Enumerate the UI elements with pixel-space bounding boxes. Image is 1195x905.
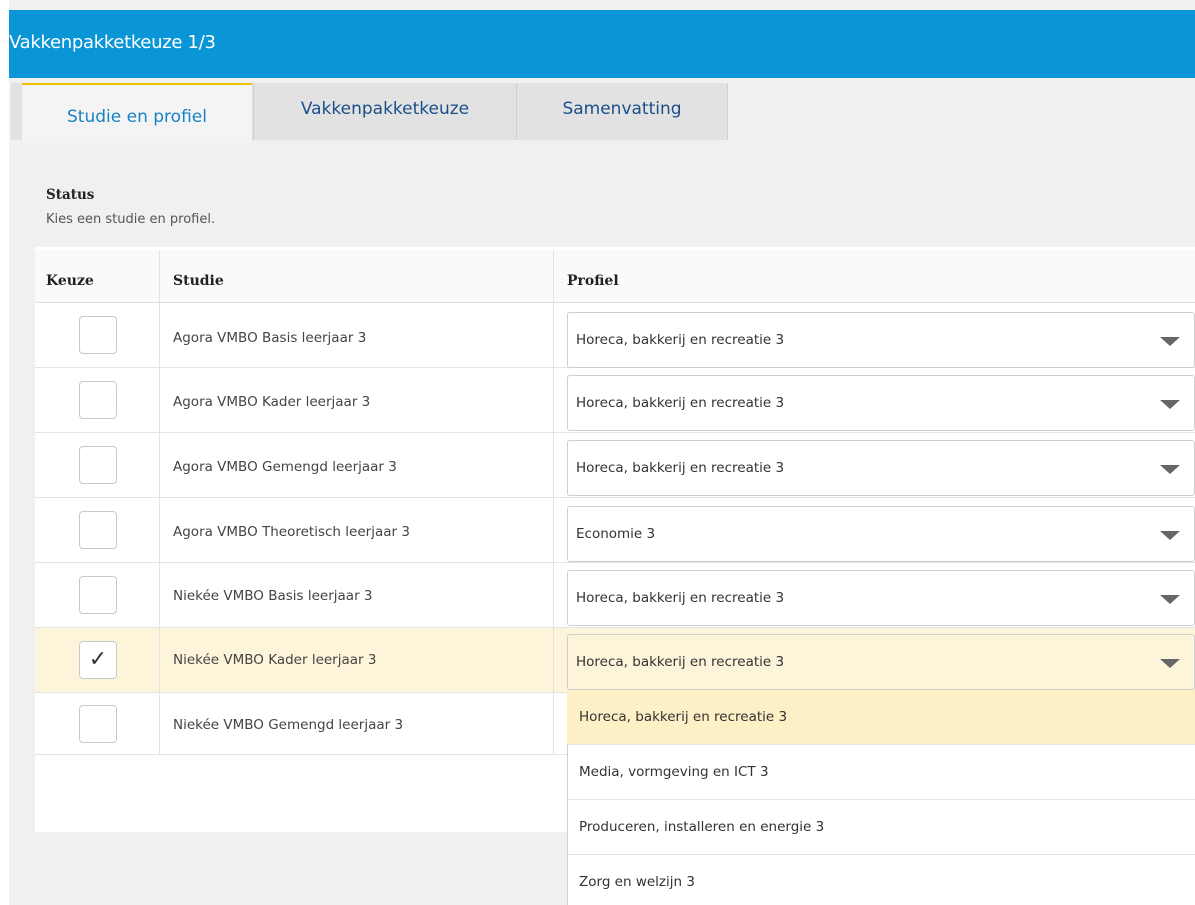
row-checkbox[interactable]: [79, 316, 117, 354]
studie-name: Niekée VMBO Gemengd leerjaar 3: [173, 717, 404, 733]
studie-name: Agora VMBO Theoretisch leerjaar 3: [173, 524, 410, 540]
profiel-value: Horeca, bakkerij en recreatie 3: [576, 460, 785, 476]
profiel-value: Horeca, bakkerij en recreatie 3: [576, 395, 785, 411]
studie-name: Agora VMBO Gemengd leerjaar 3: [173, 459, 397, 475]
dropdown-option[interactable]: Media, vormgeving en ICT 3: [567, 745, 1195, 800]
row-checkbox[interactable]: [79, 446, 117, 484]
studie-name: Agora VMBO Kader leerjaar 3: [173, 394, 371, 410]
column-divider: [159, 250, 160, 755]
profiel-select[interactable]: Horeca, bakkerij en recreatie 3: [567, 440, 1195, 496]
dropdown-option[interactable]: Zorg en welzijn 3: [567, 855, 1195, 905]
profiel-value: Horeca, bakkerij en recreatie 3: [576, 332, 785, 348]
profiel-select[interactable]: Economie 3: [567, 506, 1195, 562]
tab-label: Studie en profiel: [67, 107, 207, 127]
caret-down-icon: [1160, 465, 1180, 474]
profiel-value: Economie 3: [576, 526, 656, 542]
caret-down-icon: [1160, 595, 1180, 604]
status-title: Status: [46, 187, 95, 203]
tab-label: Samenvatting: [562, 99, 682, 119]
tab-samenvatting[interactable]: Samenvatting: [516, 83, 728, 140]
profiel-select-open[interactable]: Horeca, bakkerij en recreatie 3: [567, 634, 1195, 690]
option-label: Media, vormgeving en ICT 3: [579, 764, 769, 780]
profiel-value: Horeca, bakkerij en recreatie 3: [576, 590, 785, 606]
profiel-select[interactable]: Horeca, bakkerij en recreatie 3: [567, 312, 1195, 368]
header-studie: Studie: [173, 273, 224, 289]
caret-down-icon: [1160, 531, 1180, 540]
checkmark-icon[interactable]: ✓: [79, 641, 117, 679]
tab-studie-en-profiel[interactable]: Studie en profiel: [22, 83, 252, 143]
option-label: Zorg en welzijn 3: [579, 874, 695, 890]
window-title: Vakkenpakketkeuze 1/3: [9, 32, 216, 53]
dropdown-option[interactable]: Produceren, installeren en energie 3: [567, 800, 1195, 855]
profiel-select[interactable]: Horeca, bakkerij en recreatie 3: [567, 570, 1195, 626]
row-checkbox[interactable]: [79, 705, 117, 743]
title-bar: Vakkenpakketkeuze 1/3: [9, 10, 1195, 78]
header-profiel: Profiel: [567, 273, 619, 289]
status-message: Kies een studie en profiel.: [46, 212, 216, 227]
row-checkbox[interactable]: [79, 381, 117, 419]
caret-down-icon: [1160, 400, 1180, 409]
row-checkbox[interactable]: [79, 511, 117, 549]
caret-down-icon: [1160, 659, 1180, 668]
tab-vakkenpakketkeuze[interactable]: Vakkenpakketkeuze: [253, 83, 516, 140]
caret-down-icon: [1160, 337, 1180, 346]
dropdown-option[interactable]: Horeca, bakkerij en recreatie 3: [567, 690, 1195, 745]
row-checkbox[interactable]: [79, 576, 117, 614]
option-label: Produceren, installeren en energie 3: [579, 819, 825, 835]
profiel-value: Horeca, bakkerij en recreatie 3: [576, 654, 785, 670]
tab-label: Vakkenpakketkeuze: [300, 99, 470, 119]
profiel-select[interactable]: Horeca, bakkerij en recreatie 3: [567, 375, 1195, 431]
column-divider: [553, 250, 554, 755]
studie-name: Agora VMBO Basis leerjaar 3: [173, 330, 367, 346]
header-keuze: Keuze: [46, 273, 94, 289]
studie-name: Niekée VMBO Basis leerjaar 3: [173, 588, 373, 604]
studie-name: Niekée VMBO Kader leerjaar 3: [173, 652, 377, 668]
option-label: Horeca, bakkerij en recreatie 3: [579, 709, 788, 725]
